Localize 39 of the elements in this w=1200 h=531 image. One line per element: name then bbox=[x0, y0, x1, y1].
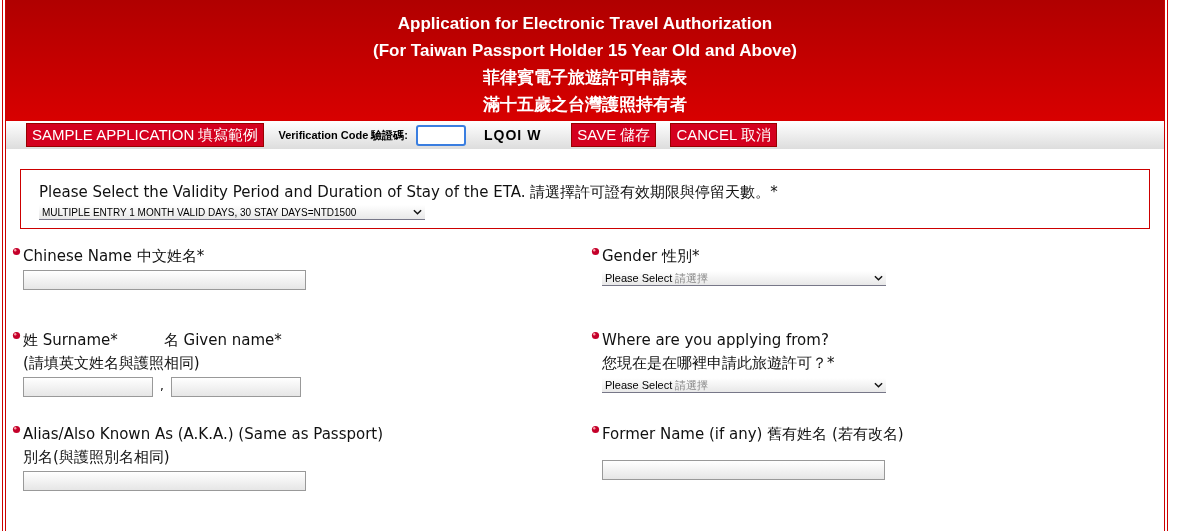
bullet-icon bbox=[12, 425, 21, 434]
bullet-icon bbox=[12, 247, 21, 256]
sample-application-button[interactable]: SAMPLE APPLICATION 填寫範例 bbox=[26, 123, 265, 147]
bullet-icon bbox=[12, 331, 21, 340]
page-title: Application for Electronic Travel Authorization bbox=[396, 13, 774, 35]
separator-text: , bbox=[160, 379, 164, 393]
verification-label: Verification Code 驗證碼: bbox=[278, 127, 409, 143]
captcha-text: LQOI W bbox=[484, 127, 542, 143]
bullet-icon bbox=[591, 331, 600, 340]
select-field[interactable]: Please Select 請選擇 bbox=[602, 271, 886, 286]
field-label: Former Name (if any) 舊有姓名 (若有改名) bbox=[602, 424, 904, 445]
save-button[interactable]: SAVE 儲存 bbox=[571, 123, 657, 147]
field-note: (請填英文姓名與護照相同) bbox=[23, 353, 201, 374]
text-field[interactable] bbox=[23, 471, 306, 491]
field-label: 別名(與護照別名相同) bbox=[23, 447, 171, 468]
page-title: 菲律賓電子旅遊許可申請表 bbox=[482, 67, 688, 89]
text-field[interactable] bbox=[602, 460, 885, 480]
cancel-button[interactable]: CANCEL 取消 bbox=[670, 123, 777, 147]
chevron-down-icon bbox=[413, 209, 422, 215]
field-label: Gender 性別* bbox=[602, 246, 701, 267]
given-name-field[interactable] bbox=[170, 377, 301, 397]
field-label: 您現在是在哪裡申請此旅遊許可？* bbox=[602, 353, 836, 374]
field-label: Alias/Also Known As (A.K.A.) (Same as Passport) bbox=[23, 424, 384, 445]
bullet-icon bbox=[591, 425, 600, 434]
page-title: (For Taiwan Passport Holder 15 Year Old and Above) bbox=[372, 40, 798, 62]
surname-field[interactable] bbox=[23, 377, 153, 397]
verification-code-field[interactable] bbox=[416, 124, 467, 146]
field-label: Where are you applying from? bbox=[602, 330, 830, 351]
surname-label: 姓 Surname* bbox=[23, 330, 118, 351]
select-field[interactable]: Please Select 請選擇 bbox=[602, 378, 886, 393]
given-name-label: 名 Given name* bbox=[163, 330, 282, 351]
field-label: Chinese Name 中文姓名* bbox=[23, 246, 206, 267]
text-field[interactable] bbox=[23, 270, 306, 290]
page-title: 滿十五歲之台灣護照持有者 bbox=[482, 94, 688, 116]
chevron-down-icon bbox=[874, 382, 883, 388]
validity-label: Please Select the Validity Period and Duration of Stay of the ETA. 請選擇許可證有效期限與停留天數。* bbox=[39, 183, 779, 202]
chevron-down-icon bbox=[874, 275, 883, 281]
validity-select[interactable]: MULTIPLE ENTRY 1 MONTH VALID DAYS, 30 STAY DAYS=NTD1500 bbox=[39, 205, 425, 220]
bullet-icon bbox=[591, 247, 600, 256]
